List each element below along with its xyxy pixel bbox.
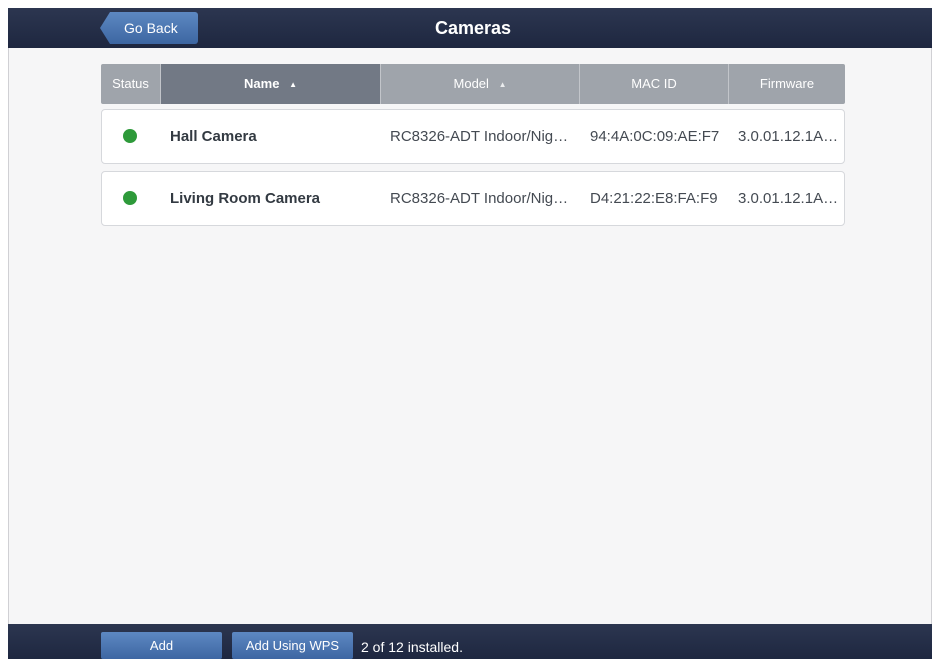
- table-header: Status Name ▲︎ Model ▲︎ MAC ID Firmware: [101, 64, 845, 104]
- status-online-icon: [123, 191, 137, 205]
- page-title: Cameras: [434, 18, 512, 38]
- column-header-label: Name: [244, 76, 280, 91]
- sort-arrows-icon: ▲︎: [289, 80, 297, 89]
- camera-mac-id: 94:4A:0C:09:AE:F7: [590, 128, 720, 145]
- camera-model: RC8326-ADT Indoor/Nig…: [390, 128, 569, 145]
- sort-arrows-icon: ▲︎: [498, 80, 507, 89]
- camera-mac-id: D4:21:22:E8:FA:F9: [590, 190, 718, 207]
- column-header-model[interactable]: Model ▲︎: [381, 64, 580, 104]
- column-header-label: Model: [453, 76, 489, 91]
- column-header-status[interactable]: Status: [101, 64, 161, 104]
- camera-name: Hall Camera: [170, 128, 257, 145]
- app-window: Go Back Cameras Status Name ▲︎ Model ▲︎ …: [0, 0, 933, 659]
- column-header-label: Status: [112, 76, 149, 91]
- go-back-button[interactable]: Go Back: [100, 12, 198, 44]
- camera-name: Living Room Camera: [170, 190, 321, 207]
- camera-firmware: 3.0.01.12.1A…: [738, 190, 839, 207]
- camera-firmware: 3.0.01.12.1A…: [738, 128, 839, 145]
- table-row[interactable]: Hall Camera RC8326-ADT Indoor/Nig… 94:4A…: [101, 109, 845, 164]
- add-using-wps-button[interactable]: Add Using WPS: [232, 632, 353, 659]
- camera-model: RC8326-ADT Indoor/Nig…: [390, 190, 569, 207]
- column-header-label: Firmware: [759, 76, 815, 91]
- column-header-mac[interactable]: MAC ID: [580, 64, 729, 104]
- table-row[interactable]: Living Room Camera RC8326-ADT Indoor/Nig…: [101, 171, 845, 226]
- column-header-name[interactable]: Name ▲︎: [161, 64, 381, 104]
- add-button[interactable]: Add: [101, 632, 222, 659]
- column-header-firmware[interactable]: Firmware: [729, 64, 845, 104]
- content-area: [8, 8, 932, 658]
- status-online-icon: [123, 129, 137, 143]
- column-header-label: MAC ID: [631, 76, 677, 91]
- install-count: 2 of 12 installed.: [361, 639, 463, 655]
